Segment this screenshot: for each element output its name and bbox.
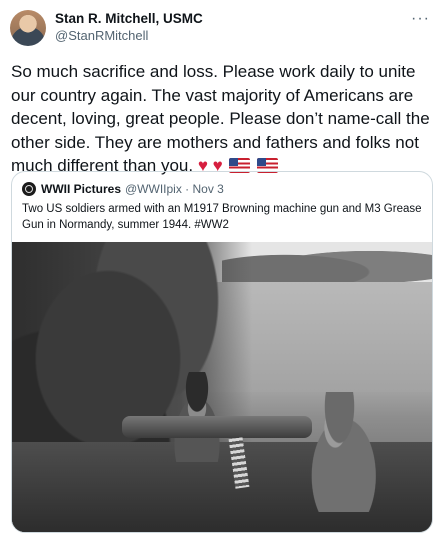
tweet-card: Stan R. Mitchell, USMC @StanRMitchell ··…	[0, 0, 444, 540]
photo-soldier-right	[297, 392, 382, 512]
quoted-author-avatar[interactable]	[22, 182, 36, 196]
quoted-tweet[interactable]: WWII Pictures @WWIIpix · Nov 3 Two US so…	[11, 171, 433, 533]
quoted-photo[interactable]	[12, 242, 432, 532]
author-handle[interactable]: @StanRMitchell	[55, 28, 148, 43]
author-avatar[interactable]	[10, 10, 46, 46]
quoted-tweet-text: Two US soldiers armed with an M1917 Brow…	[22, 203, 422, 231]
tweet-body: So much sacrifice and loss. Please work …	[11, 60, 433, 178]
quoted-author-handle: @WWIIpix · Nov 3	[125, 182, 224, 196]
author-name[interactable]: Stan R. Mitchell, USMC	[55, 11, 203, 26]
quoted-author-name[interactable]: WWII Pictures	[41, 182, 121, 196]
more-options-icon[interactable]: ···	[411, 10, 430, 28]
photo-machine-gun	[122, 416, 312, 438]
